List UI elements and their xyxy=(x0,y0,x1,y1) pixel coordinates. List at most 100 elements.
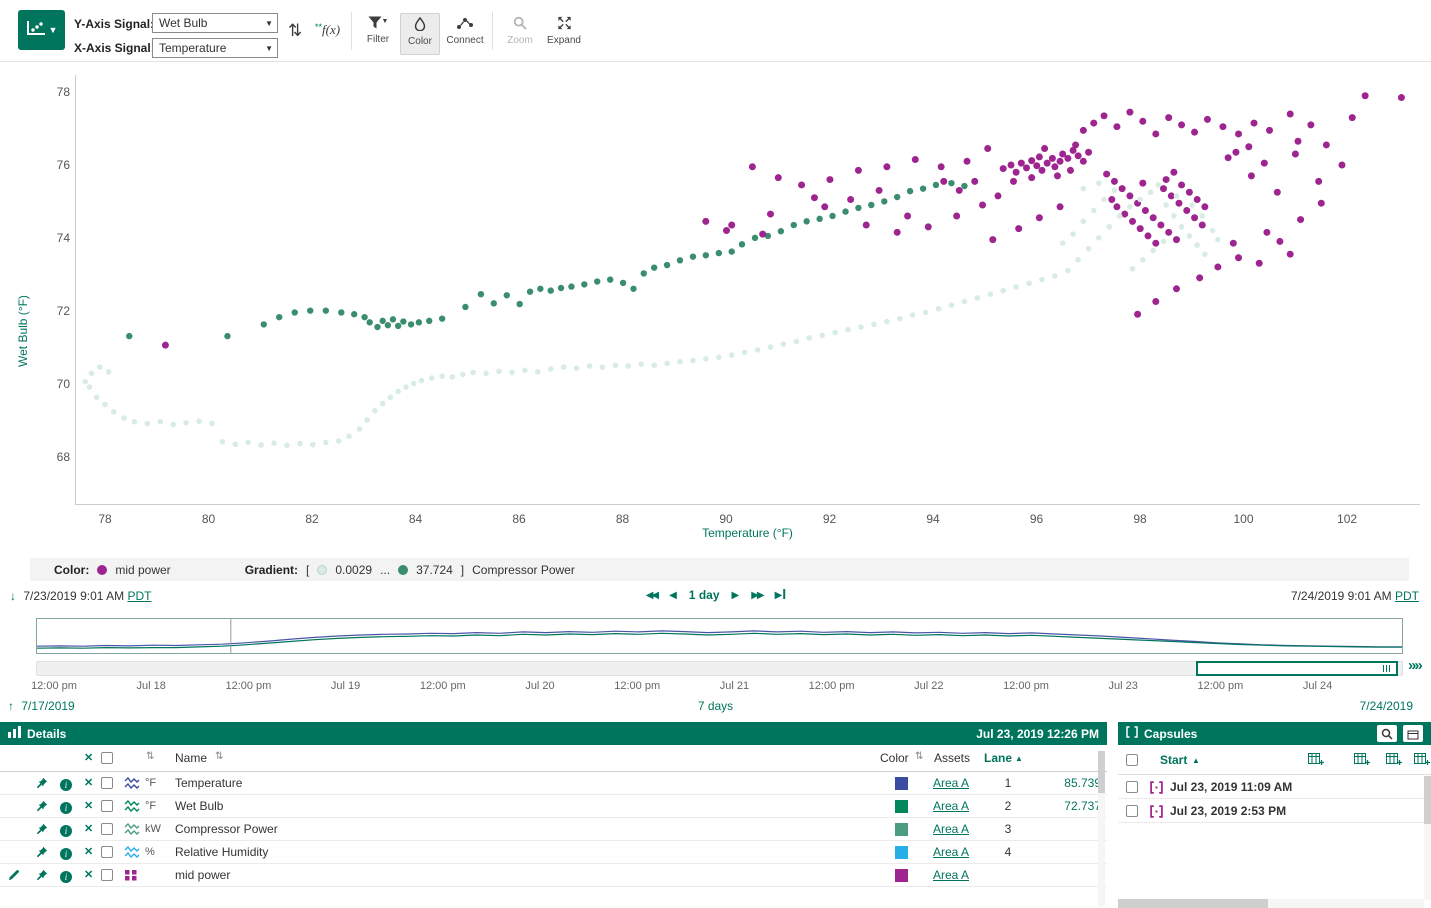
color-swatch[interactable] xyxy=(895,777,908,790)
pin-icon[interactable] xyxy=(36,869,48,884)
color-swatch[interactable] xyxy=(895,823,908,836)
pin-icon[interactable] xyxy=(36,823,48,838)
capsule-checkbox[interactable] xyxy=(1126,805,1138,817)
step-back-full-icon[interactable]: ◀◀ xyxy=(646,590,657,601)
capsules-horizontal-scrollbar[interactable] xyxy=(1118,899,1424,908)
start-column-header[interactable]: Start xyxy=(1160,753,1187,767)
item-name[interactable]: Temperature xyxy=(175,772,242,795)
range-start-datetime[interactable]: 7/23/2019 9:01 AM xyxy=(23,589,124,603)
capsule-row[interactable]: Jul 23, 2019 11:09 AM xyxy=(1118,775,1431,799)
time-range-scrollbar[interactable] xyxy=(36,661,1403,676)
item-name[interactable]: Compressor Power xyxy=(175,818,278,841)
table-options-icon[interactable] xyxy=(1354,753,1370,770)
assets-column-header[interactable]: Assets xyxy=(934,751,970,765)
table-row[interactable]: i✕°FTemperatureArea A185.739 xyxy=(0,772,1107,795)
add-column-icon[interactable] xyxy=(1308,753,1324,770)
investigate-duration[interactable]: 7 days xyxy=(0,699,1431,713)
item-name[interactable]: Wet Bulb xyxy=(175,795,223,818)
asset-link[interactable]: Area A xyxy=(933,795,969,818)
sort-icon[interactable]: ⇅ xyxy=(215,751,223,762)
pin-icon[interactable] xyxy=(36,846,48,861)
remove-icon[interactable]: ✕ xyxy=(84,818,93,841)
item-name[interactable]: Relative Humidity xyxy=(175,841,268,864)
pin-icon[interactable] xyxy=(36,800,48,815)
table-export-icon[interactable] xyxy=(1414,753,1430,770)
edit-icon[interactable] xyxy=(8,869,20,884)
name-column-header[interactable]: Name xyxy=(175,751,207,765)
table-row[interactable]: i✕kWCompressor PowerArea A3 xyxy=(0,818,1107,841)
selector-grip-icon[interactable] xyxy=(1383,665,1392,672)
scatter-plot[interactable] xyxy=(75,75,1420,505)
info-icon[interactable]: i xyxy=(60,823,72,837)
swap-axes-icon[interactable]: ⇅ xyxy=(288,21,302,41)
color-swatch[interactable] xyxy=(895,800,908,813)
capsules-select-all-checkbox[interactable] xyxy=(1126,754,1138,766)
asset-link[interactable]: Area A xyxy=(933,841,969,864)
table-stats-icon[interactable] xyxy=(1386,753,1402,770)
fx-tool-button[interactable]: **f(x) xyxy=(315,22,340,38)
info-icon[interactable]: i xyxy=(60,800,72,814)
y-axis-signal-select[interactable]: Wet Bulb ▼ xyxy=(152,13,278,33)
filter-button[interactable]: ▼ Filter xyxy=(358,13,398,55)
row-checkbox[interactable] xyxy=(101,846,113,858)
info-icon[interactable]: i xyxy=(60,846,72,860)
auto-update-icon[interactable]: »» xyxy=(1408,657,1421,674)
display-range-selector[interactable] xyxy=(1196,661,1398,676)
lane-column-header[interactable]: Lane xyxy=(984,751,1012,765)
step-forward-icon[interactable]: ▶ xyxy=(731,590,739,601)
info-icon[interactable]: i xyxy=(60,777,72,791)
capsules-search-button[interactable] xyxy=(1377,725,1397,742)
info-icon[interactable]: i xyxy=(60,869,72,883)
expand-arrows-icon xyxy=(557,19,572,33)
trend-overview-strip[interactable] xyxy=(36,618,1403,654)
chart-type-button[interactable]: ▼ xyxy=(18,10,65,50)
connect-button[interactable]: Connect xyxy=(442,13,488,55)
investigate-end-date[interactable]: 7/24/2019 xyxy=(1360,699,1413,713)
step-duration-label[interactable]: 1 day xyxy=(689,588,720,602)
table-row[interactable]: i✕%Relative HumidityArea A4 xyxy=(0,841,1107,864)
range-end-datetime[interactable]: 7/24/2019 9:01 AM xyxy=(1291,589,1392,603)
row-checkbox[interactable] xyxy=(101,869,113,881)
remove-icon[interactable]: ✕ xyxy=(84,841,93,864)
remove-all-icon[interactable]: ✕ xyxy=(84,751,93,764)
capsules-collapse-button[interactable] xyxy=(1403,725,1423,742)
step-back-icon[interactable]: ◀ xyxy=(669,590,677,601)
pin-icon[interactable] xyxy=(36,777,48,792)
step-to-end-icon[interactable]: ▶ xyxy=(775,589,786,601)
capsules-vertical-scrollbar[interactable] xyxy=(1424,776,1431,900)
expand-button[interactable]: Expand xyxy=(544,13,584,55)
sort-icon[interactable]: ⇅ xyxy=(915,751,923,762)
remove-icon[interactable]: ✕ xyxy=(84,864,93,887)
legend-color-label: Color: xyxy=(54,563,89,577)
select-caret-icon: ▼ xyxy=(265,44,273,53)
row-checkbox[interactable] xyxy=(101,777,113,789)
step-forward-full-icon[interactable]: ▶▶ xyxy=(751,590,762,601)
asset-link[interactable]: Area A xyxy=(933,772,969,795)
table-row[interactable]: i ✕ mid power Area A xyxy=(0,864,1107,887)
remove-icon[interactable]: ✕ xyxy=(84,772,93,795)
row-checkbox[interactable] xyxy=(101,823,113,835)
timezone-link[interactable]: PDT xyxy=(127,589,151,603)
select-all-checkbox[interactable] xyxy=(101,752,113,764)
item-name[interactable]: mid power xyxy=(175,864,230,887)
zoom-button[interactable]: Zoom xyxy=(500,13,540,55)
color-button[interactable]: Color xyxy=(400,13,440,55)
details-vertical-scrollbar[interactable] xyxy=(1098,751,1105,906)
asset-link[interactable]: Area A xyxy=(933,864,969,887)
table-row[interactable]: i✕°FWet BulbArea A272.737 xyxy=(0,795,1107,818)
sort-icon[interactable]: ⇅ xyxy=(146,751,154,762)
remove-icon[interactable]: ✕ xyxy=(84,795,93,818)
color-swatch[interactable] xyxy=(895,869,908,882)
capsule-row[interactable]: Jul 23, 2019 2:53 PM xyxy=(1118,799,1431,823)
color-column-header[interactable]: Color xyxy=(880,751,909,765)
color-swatch[interactable] xyxy=(895,846,908,859)
timezone-link[interactable]: PDT xyxy=(1395,589,1419,603)
capsule-checkbox[interactable] xyxy=(1126,781,1138,793)
x-tick-label: 88 xyxy=(603,512,643,526)
row-checkbox[interactable] xyxy=(101,800,113,812)
x-axis-signal-select[interactable]: Temperature ▼ xyxy=(152,38,278,58)
range-start-arrow-icon[interactable]: ↓ xyxy=(10,589,16,603)
time-axis-label: Jul 22 xyxy=(894,680,964,692)
asset-link[interactable]: Area A xyxy=(933,818,969,841)
capsule-start-time: Jul 23, 2019 11:09 AM xyxy=(1170,775,1292,799)
